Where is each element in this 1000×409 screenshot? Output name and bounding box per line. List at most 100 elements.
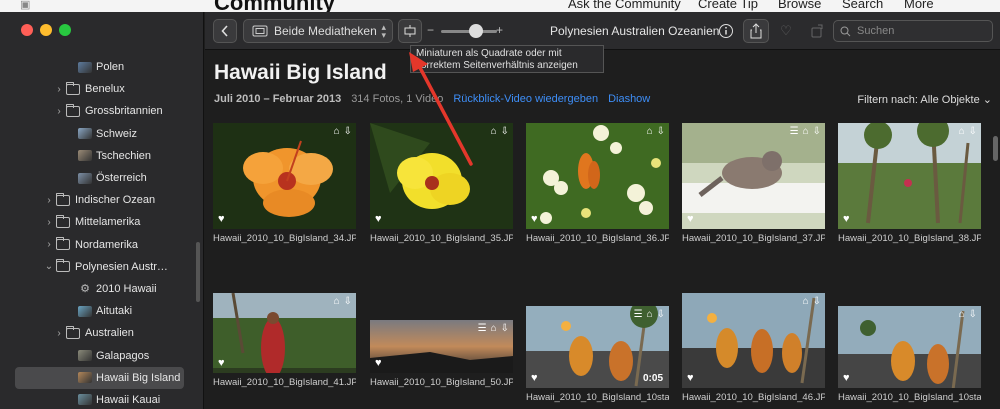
photo-badges: ⌂ ⇩	[959, 309, 977, 320]
keyword-tag-icon: ⌂	[333, 126, 340, 137]
sidebar-item[interactable]: ⚙ 2010 Hawaii	[0, 278, 200, 300]
zoom-slider-handle[interactable]	[469, 24, 483, 38]
favorite-heart-icon[interactable]: ♥	[687, 213, 694, 225]
back-button[interactable]	[213, 19, 237, 43]
favorite-heart-icon[interactable]: ♥	[375, 357, 382, 369]
sidebar-item[interactable]: ⌄ Polynesien Austr…	[0, 256, 200, 278]
album-thumbnail-icon	[78, 128, 92, 140]
chevron-right-icon[interactable]: ›	[44, 217, 54, 228]
chevron-right-icon[interactable]: ›	[54, 84, 64, 95]
sidebar-item[interactable]: Aitutaki	[0, 300, 200, 322]
favorite-heart-icon[interactable]: ♥	[218, 213, 225, 225]
info-button[interactable]	[714, 19, 738, 43]
photo-image[interactable]: ⌂ ⇩ ♥	[682, 293, 825, 388]
sidebar-scrollbar[interactable]	[196, 242, 200, 302]
photo-image[interactable]: ☰ ⌂ ⇩ ♥ 0:05	[526, 306, 669, 388]
sidebar-item[interactable]: Österreich	[0, 167, 200, 189]
close-window-button[interactable]	[21, 24, 33, 36]
sidebar-item[interactable]: › Indischer Ozean	[0, 189, 200, 211]
sidebar-item-label: Schweiz	[96, 127, 137, 140]
sidebar-item[interactable]: › Grossbritannien	[0, 100, 200, 122]
photo-filename: Hawaii_2010_10_BigIsland_36.JPG	[526, 233, 669, 244]
photo-image[interactable]: ☰ ⌂ ⇩ ♥	[370, 320, 513, 373]
share-button[interactable]	[743, 19, 769, 43]
zoom-out-icon[interactable]: −	[427, 23, 434, 37]
photo-thumbnail[interactable]: ⌂ ⇩ ♥ Hawaii_2010_10_BigIsland_38.JPG	[838, 123, 981, 244]
minimize-window-button[interactable]	[40, 24, 52, 36]
photo-thumbnail[interactable]: ⌂ ⇩ ♥ Hawaii_2010_10_BigIsland_46.JPG	[682, 293, 825, 403]
favorite-heart-icon[interactable]: ♥	[531, 372, 538, 384]
library-selector-label: Beide Mediatheken	[274, 24, 377, 38]
background-tab: ▣	[20, 0, 31, 11]
adjustments-icon: ☰	[477, 323, 487, 334]
photo-thumbnail[interactable]: ⌂ ⇩ ♥ Hawaii_2010_10_BigIsland_41.JPG	[213, 293, 356, 388]
bg-nav-more: More	[904, 0, 934, 11]
favorite-heart-icon[interactable]: ♥	[843, 213, 850, 225]
sidebar-item[interactable]: › Mittelamerika	[0, 211, 200, 233]
chevron-right-icon[interactable]: ›	[44, 239, 54, 250]
photo-filename: Hawaii_2010_10_BigIsland_50.JPG	[370, 377, 513, 388]
photo-thumbnail[interactable]: ☰ ⌂ ⇩ ♥ 0:05 Hawaii_2010_10_BigIsland_10sta…	[526, 306, 669, 403]
photo-badges: ⌂ ⇩	[647, 126, 665, 137]
rotate-button[interactable]	[805, 19, 829, 43]
chevron-right-icon[interactable]: ›	[44, 195, 54, 206]
album-title: Polynesien Australien Ozeanien	[550, 24, 720, 38]
aspect-ratio-toggle-button[interactable]	[398, 19, 422, 43]
fullscreen-window-button[interactable]	[59, 24, 71, 36]
album-thumbnail-icon	[78, 150, 92, 162]
photo-badges: ☰ ⌂ ⇩	[478, 323, 509, 334]
folder-icon	[66, 325, 80, 339]
share-icon	[750, 23, 762, 39]
filter-menu[interactable]: Filtern nach: Alle Objekte ⌄	[857, 93, 992, 106]
grid-scrollbar[interactable]	[993, 136, 998, 161]
photo-image[interactable]: ⌂ ⇩ ♥	[838, 306, 981, 388]
sidebar-item[interactable]: Hawaii Kauai	[0, 389, 200, 409]
favorite-heart-icon[interactable]: ♥	[687, 372, 694, 384]
zoom-in-icon[interactable]: +	[496, 23, 503, 37]
photo-image[interactable]: ⌂ ⇩ ♥	[213, 123, 356, 229]
photo-thumbnail[interactable]: ☰ ⌂ ⇩ ♥ Hawaii_2010_10_BigIsland_37.JPG	[682, 123, 825, 244]
cloud-download-icon: ⇩	[656, 126, 665, 137]
sidebar-item[interactable]: › Nordamerika	[0, 234, 200, 256]
sidebar-item-label: Mittelamerika	[75, 216, 141, 229]
favorite-heart-icon[interactable]: ♥	[843, 372, 850, 384]
photo-image[interactable]: ☰ ⌂ ⇩ ♥	[682, 123, 825, 229]
album-thumbnail-icon	[78, 394, 92, 406]
sidebar-item-label: Polen	[96, 61, 125, 74]
keyword-tag-icon: ⌂	[958, 309, 965, 320]
photo-image[interactable]: ⌂ ⇩ ♥	[838, 123, 981, 229]
aspect-ratio-icon	[404, 25, 416, 37]
favorite-heart-icon[interactable]: ♥	[375, 213, 382, 225]
favorite-heart-icon[interactable]: ♥	[218, 357, 225, 369]
slideshow-link[interactable]: Diashow	[608, 93, 650, 105]
photo-thumbnail[interactable]: ⌂ ⇩ ♥ Hawaii_2010_10_BigIsland_10sta…	[838, 306, 981, 403]
photo-filename: Hawaii_2010_10_BigIsland_46.JPG	[682, 392, 825, 403]
favorite-heart-icon[interactable]: ♥	[531, 213, 538, 225]
sidebar-item[interactable]: Galapagos	[0, 344, 200, 366]
sidebar-item[interactable]: Hawaii Big Island	[15, 366, 184, 389]
folder-icon	[56, 214, 70, 228]
photo-image[interactable]: ⌂ ⇩ ♥	[213, 293, 356, 373]
photo-image[interactable]: ⌂ ⇩ ♥	[526, 123, 669, 229]
sidebar-item[interactable]: Polen	[0, 56, 200, 78]
sidebar-item[interactable]: › Australien	[0, 322, 200, 344]
sidebar-item-label: Tschechien	[96, 149, 152, 162]
sidebar-item[interactable]: › Benelux	[0, 78, 200, 100]
photo-badges: ☰ ⌂ ⇩	[634, 309, 665, 320]
favorite-button[interactable]: ♡	[774, 19, 798, 43]
chevron-down-icon[interactable]: ⌄	[44, 261, 54, 272]
chevron-right-icon[interactable]: ›	[54, 106, 64, 117]
sidebar-item[interactable]: Tschechien	[0, 145, 200, 167]
info-icon	[719, 24, 733, 38]
photo-filename: Hawaii_2010_10_BigIsland_41.JPG	[213, 377, 356, 388]
search-field[interactable]: Suchen	[833, 20, 993, 42]
photo-thumbnail[interactable]: ☰ ⌂ ⇩ ♥ Hawaii_2010_10_BigIsland_50.JPG	[370, 320, 513, 388]
chevron-right-icon[interactable]: ›	[54, 328, 64, 339]
photo-thumbnail[interactable]: ⌂ ⇩ ♥ Hawaii_2010_10_BigIsland_34.JPG	[213, 123, 356, 244]
photo-thumbnail[interactable]: ⌂ ⇩ ♥ Hawaii_2010_10_BigIsland_36.JPG	[526, 123, 669, 244]
photo-badges: ⌂ ⇩	[803, 296, 821, 307]
library-selector[interactable]: Beide Mediatheken ▴ ▾	[243, 19, 393, 43]
cloud-download-icon: ⇩	[343, 126, 352, 137]
photo-grid-area: Hawaii Big Island Juli 2010 – Februar 20…	[205, 51, 1000, 409]
sidebar-item[interactable]: Schweiz	[0, 123, 200, 145]
